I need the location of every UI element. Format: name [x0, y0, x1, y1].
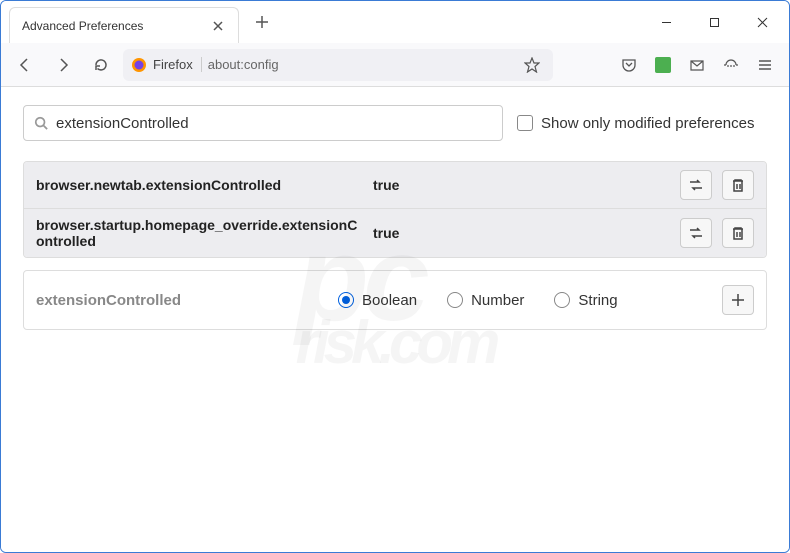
mail-icon[interactable]: [681, 49, 713, 81]
radio-string[interactable]: String: [554, 292, 617, 309]
browser-tab[interactable]: Advanced Preferences: [9, 7, 239, 43]
extension-icon[interactable]: [647, 49, 679, 81]
browser-toolbar: Firefox about:config: [1, 43, 789, 87]
pref-value: true: [373, 225, 668, 241]
pocket-icon[interactable]: [613, 49, 645, 81]
minimize-button[interactable]: [643, 7, 689, 37]
maximize-button[interactable]: [691, 7, 737, 37]
about-config-content: Show only modified preferences browser.n…: [1, 87, 789, 552]
shield-icon[interactable]: [715, 49, 747, 81]
toggle-button[interactable]: [680, 218, 712, 248]
firefox-logo-icon: [131, 57, 147, 73]
show-modified-checkbox[interactable]: Show only modified preferences: [517, 115, 754, 132]
new-tab-button[interactable]: [247, 7, 277, 37]
radio-icon: [554, 292, 570, 308]
bookmark-star-icon[interactable]: [519, 52, 545, 78]
pref-row[interactable]: browser.newtab.extensionControlled true: [24, 162, 766, 208]
forward-button[interactable]: [47, 49, 79, 81]
search-input[interactable]: [56, 115, 492, 132]
checkbox-label-text: Show only modified preferences: [541, 115, 754, 132]
radio-number[interactable]: Number: [447, 292, 524, 309]
radio-icon: [447, 292, 463, 308]
menu-button[interactable]: [749, 49, 781, 81]
checkbox-icon: [517, 115, 533, 131]
search-box[interactable]: [23, 105, 503, 141]
delete-button[interactable]: [722, 218, 754, 248]
back-button[interactable]: [9, 49, 41, 81]
tab-title: Advanced Preferences: [22, 19, 202, 33]
url-bar[interactable]: Firefox about:config: [123, 49, 553, 81]
identity-label: Firefox: [153, 57, 202, 72]
toggle-button[interactable]: [680, 170, 712, 200]
new-pref-name: extensionControlled: [36, 292, 326, 309]
pref-row[interactable]: browser.startup.homepage_override.extens…: [24, 208, 766, 257]
pref-name: browser.newtab.extensionControlled: [36, 177, 361, 193]
radio-boolean[interactable]: Boolean: [338, 292, 417, 309]
preferences-list: browser.newtab.extensionControlled true …: [23, 161, 767, 258]
url-text: about:config: [208, 57, 513, 72]
close-window-button[interactable]: [739, 7, 785, 37]
radio-icon: [338, 292, 354, 308]
reload-button[interactable]: [85, 49, 117, 81]
search-icon: [34, 116, 48, 130]
type-radio-group: Boolean Number String: [338, 292, 710, 309]
add-button[interactable]: [722, 285, 754, 315]
pref-value: true: [373, 177, 668, 193]
window-titlebar: Advanced Preferences: [1, 1, 789, 43]
delete-button[interactable]: [722, 170, 754, 200]
close-tab-icon[interactable]: [210, 18, 226, 34]
pref-name: browser.startup.homepage_override.extens…: [36, 217, 361, 249]
add-preference-row: extensionControlled Boolean Number Strin…: [23, 270, 767, 330]
